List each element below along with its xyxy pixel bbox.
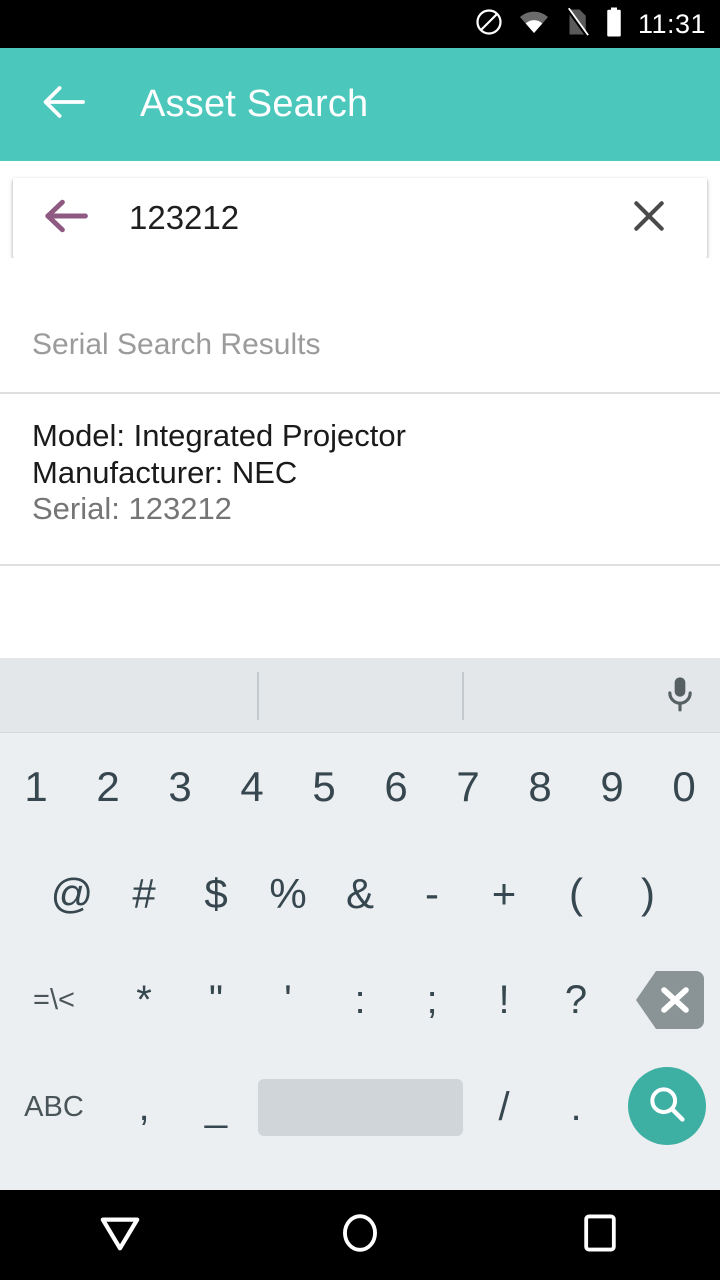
key-5[interactable]: 5 [288,733,360,840]
key-exclamation[interactable]: ! [468,947,540,1054]
do-not-disturb-icon [474,7,504,42]
microphone-icon [661,674,699,719]
list-item[interactable]: Model: Integrated Projector Manufacturer… [32,418,692,528]
result-serial: Serial: 123212 [32,491,232,527]
page-title: Asset Search [140,83,369,125]
wifi-icon [518,9,550,40]
triangle-down-back-icon [97,1212,143,1259]
search-back-button[interactable] [39,190,95,246]
search-icon [645,1082,689,1131]
keyboard-row-numbers: 1 2 3 4 5 6 7 8 9 0 [0,733,720,840]
key-1[interactable]: 1 [0,733,72,840]
status-bar: 11:31 [0,0,720,48]
key-0[interactable]: 0 [648,733,720,840]
key-quote-double[interactable]: " [180,947,252,1054]
keyboard-row-symbols: @ # $ % & - + ( ) [0,840,720,947]
key-9[interactable]: 9 [576,733,648,840]
arrow-left-icon [44,197,90,240]
status-icons [474,7,624,42]
key-underscore[interactable]: _ [180,1054,252,1161]
voice-input-button[interactable] [652,668,708,724]
nav-recents-button[interactable] [555,1190,645,1280]
key-3[interactable]: 3 [144,733,216,840]
app-bar-back-button[interactable] [40,81,88,129]
keyboard-row-symbols-2: =\< * " ' : ; ! ? [0,947,720,1054]
key-dollar[interactable]: $ [180,840,252,947]
nav-back-button[interactable] [75,1190,165,1280]
results-area: Serial Search Results Model: Integrated … [0,258,720,658]
search-bar [13,178,707,258]
key-colon[interactable]: : [324,947,396,1054]
key-hash[interactable]: # [108,840,180,947]
key-2[interactable]: 2 [72,733,144,840]
square-recents-icon [581,1212,619,1259]
suggestion-divider-2 [462,672,464,720]
battery-icon [604,7,624,42]
key-ampersand[interactable]: & [324,840,396,947]
key-7[interactable]: 7 [432,733,504,840]
key-at[interactable]: @ [36,840,108,947]
navigation-bar [0,1190,720,1280]
keyboard: 1 2 3 4 5 6 7 8 9 0 @ # $ % & - + ( ) =\… [0,658,720,1190]
suggestion-strip [0,658,720,733]
key-hyphen[interactable]: - [396,840,468,947]
app-bar: Asset Search [0,48,720,161]
nav-home-button[interactable] [315,1190,405,1280]
key-asterisk[interactable]: * [108,947,180,1054]
divider-bottom [0,564,720,566]
circle-home-icon [339,1212,381,1259]
backspace-key[interactable] [634,969,706,1031]
key-paren-open[interactable]: ( [540,840,612,947]
key-4[interactable]: 4 [216,733,288,840]
key-paren-close[interactable]: ) [612,840,684,947]
result-model: Model: Integrated Projector [32,418,406,453]
arrow-left-icon [42,84,86,125]
key-abc-switch[interactable]: ABC [0,1054,108,1161]
key-plus[interactable]: + [468,840,540,947]
divider-top [0,392,720,394]
key-comma[interactable]: , [108,1054,180,1161]
phone-screen: 11:31 Asset Search 123212 Serial Search … [0,0,720,1280]
key-question[interactable]: ? [540,947,612,1054]
key-percent[interactable]: % [252,840,324,947]
search-clear-button[interactable] [621,190,677,246]
key-symbols-shift[interactable]: =\< [0,947,108,1054]
key-8[interactable]: 8 [504,733,576,840]
key-semicolon[interactable]: ; [396,947,468,1054]
key-space[interactable] [258,1079,463,1136]
search-input[interactable] [129,199,621,237]
backspace-icon [634,971,706,1035]
suggestion-divider-1 [257,672,259,720]
no-sim-icon [564,7,590,42]
key-period[interactable]: . [540,1054,612,1161]
key-slash[interactable]: / [468,1054,540,1161]
key-6[interactable]: 6 [360,733,432,840]
results-header: Serial Search Results [32,328,321,361]
key-quote-single[interactable]: ' [252,947,324,1054]
close-icon [630,197,668,240]
status-time: 11:31 [637,8,706,39]
result-manufacturer: Manufacturer: NEC [32,454,298,490]
keyboard-row-bottom: ABC , _ / . [0,1054,720,1161]
keyboard-search-button[interactable] [628,1067,706,1145]
